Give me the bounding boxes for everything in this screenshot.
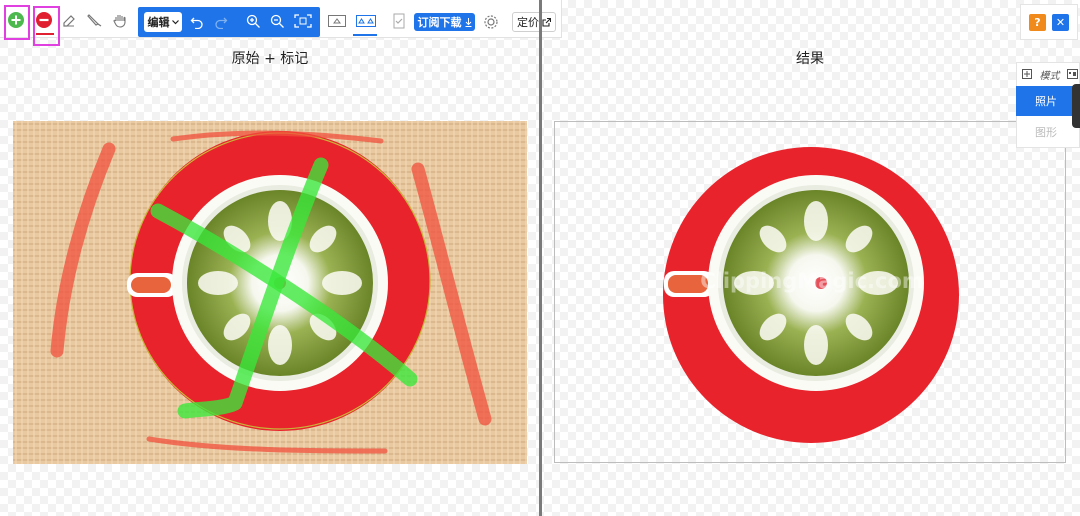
pricing-button[interactable]: 定价 — [512, 12, 556, 32]
dual-view-button[interactable] — [354, 12, 378, 30]
watermark: ClippingMagic.com — [700, 269, 924, 293]
edit-dropdown-label: 编辑 — [147, 16, 170, 29]
remove-tool-highlight — [33, 6, 60, 46]
redo-icon — [215, 17, 228, 29]
zoom-out-button[interactable] — [268, 12, 286, 30]
mode-label: 模式 — [1039, 70, 1060, 82]
zoom-out-icon — [270, 14, 284, 28]
fit-icon — [294, 14, 312, 28]
zoom-in-icon — [246, 14, 260, 28]
hand-tool-button[interactable] — [111, 11, 129, 29]
review-button[interactable] — [390, 12, 408, 30]
check-icon — [393, 13, 405, 29]
photo-mode-button[interactable]: 照片 — [1016, 86, 1076, 116]
single-view-icon — [328, 15, 346, 27]
help-button[interactable]: ? — [1029, 14, 1046, 31]
hand-icon — [113, 15, 126, 28]
keep-tool-highlight — [4, 5, 30, 40]
shape-mode-button[interactable]: 图形 — [1016, 118, 1076, 146]
settings-button[interactable] — [481, 12, 501, 32]
result-pane-title: 结果 — [796, 51, 824, 67]
scalpel-tool-button[interactable] — [86, 11, 104, 29]
pricing-label: 定价 — [517, 16, 539, 29]
original-pane-title: 原始 + 标记 — [231, 51, 309, 67]
zoom-in-button[interactable] — [244, 12, 262, 30]
original-image-canvas[interactable] — [13, 121, 527, 464]
mode-left-icon[interactable] — [1022, 69, 1032, 79]
dual-view-underline — [353, 34, 377, 36]
side-scroll-handle[interactable] — [1072, 84, 1080, 128]
eraser-icon — [63, 15, 75, 27]
pane-divider[interactable] — [539, 0, 542, 516]
mode-right-icon[interactable] — [1067, 69, 1078, 79]
result-image-canvas[interactable]: ClippingMagic.com — [554, 121, 1066, 463]
subscribe-download-label: 订阅下载 — [417, 16, 462, 29]
cup-handle-inner — [131, 277, 171, 293]
mode-row: 模式 — [1022, 66, 1078, 82]
eraser-tool-button[interactable] — [60, 11, 78, 29]
chevron-down-icon — [171, 19, 179, 24]
subscribe-download-button[interactable]: 订阅下载 — [414, 13, 475, 31]
undo-button[interactable] — [188, 13, 206, 31]
settings-icon — [484, 15, 498, 29]
edit-dropdown[interactable]: 编辑 — [144, 12, 182, 32]
download-arrow-icon — [465, 17, 471, 27]
undo-icon — [190, 17, 203, 29]
fit-view-button[interactable] — [292, 12, 314, 30]
dual-view-icon — [356, 15, 376, 27]
close-button[interactable]: ✕ — [1052, 14, 1069, 31]
redo-button[interactable] — [212, 13, 230, 31]
scalpel-icon — [87, 14, 102, 27]
external-link-icon — [542, 17, 551, 27]
single-view-button[interactable] — [327, 12, 347, 30]
